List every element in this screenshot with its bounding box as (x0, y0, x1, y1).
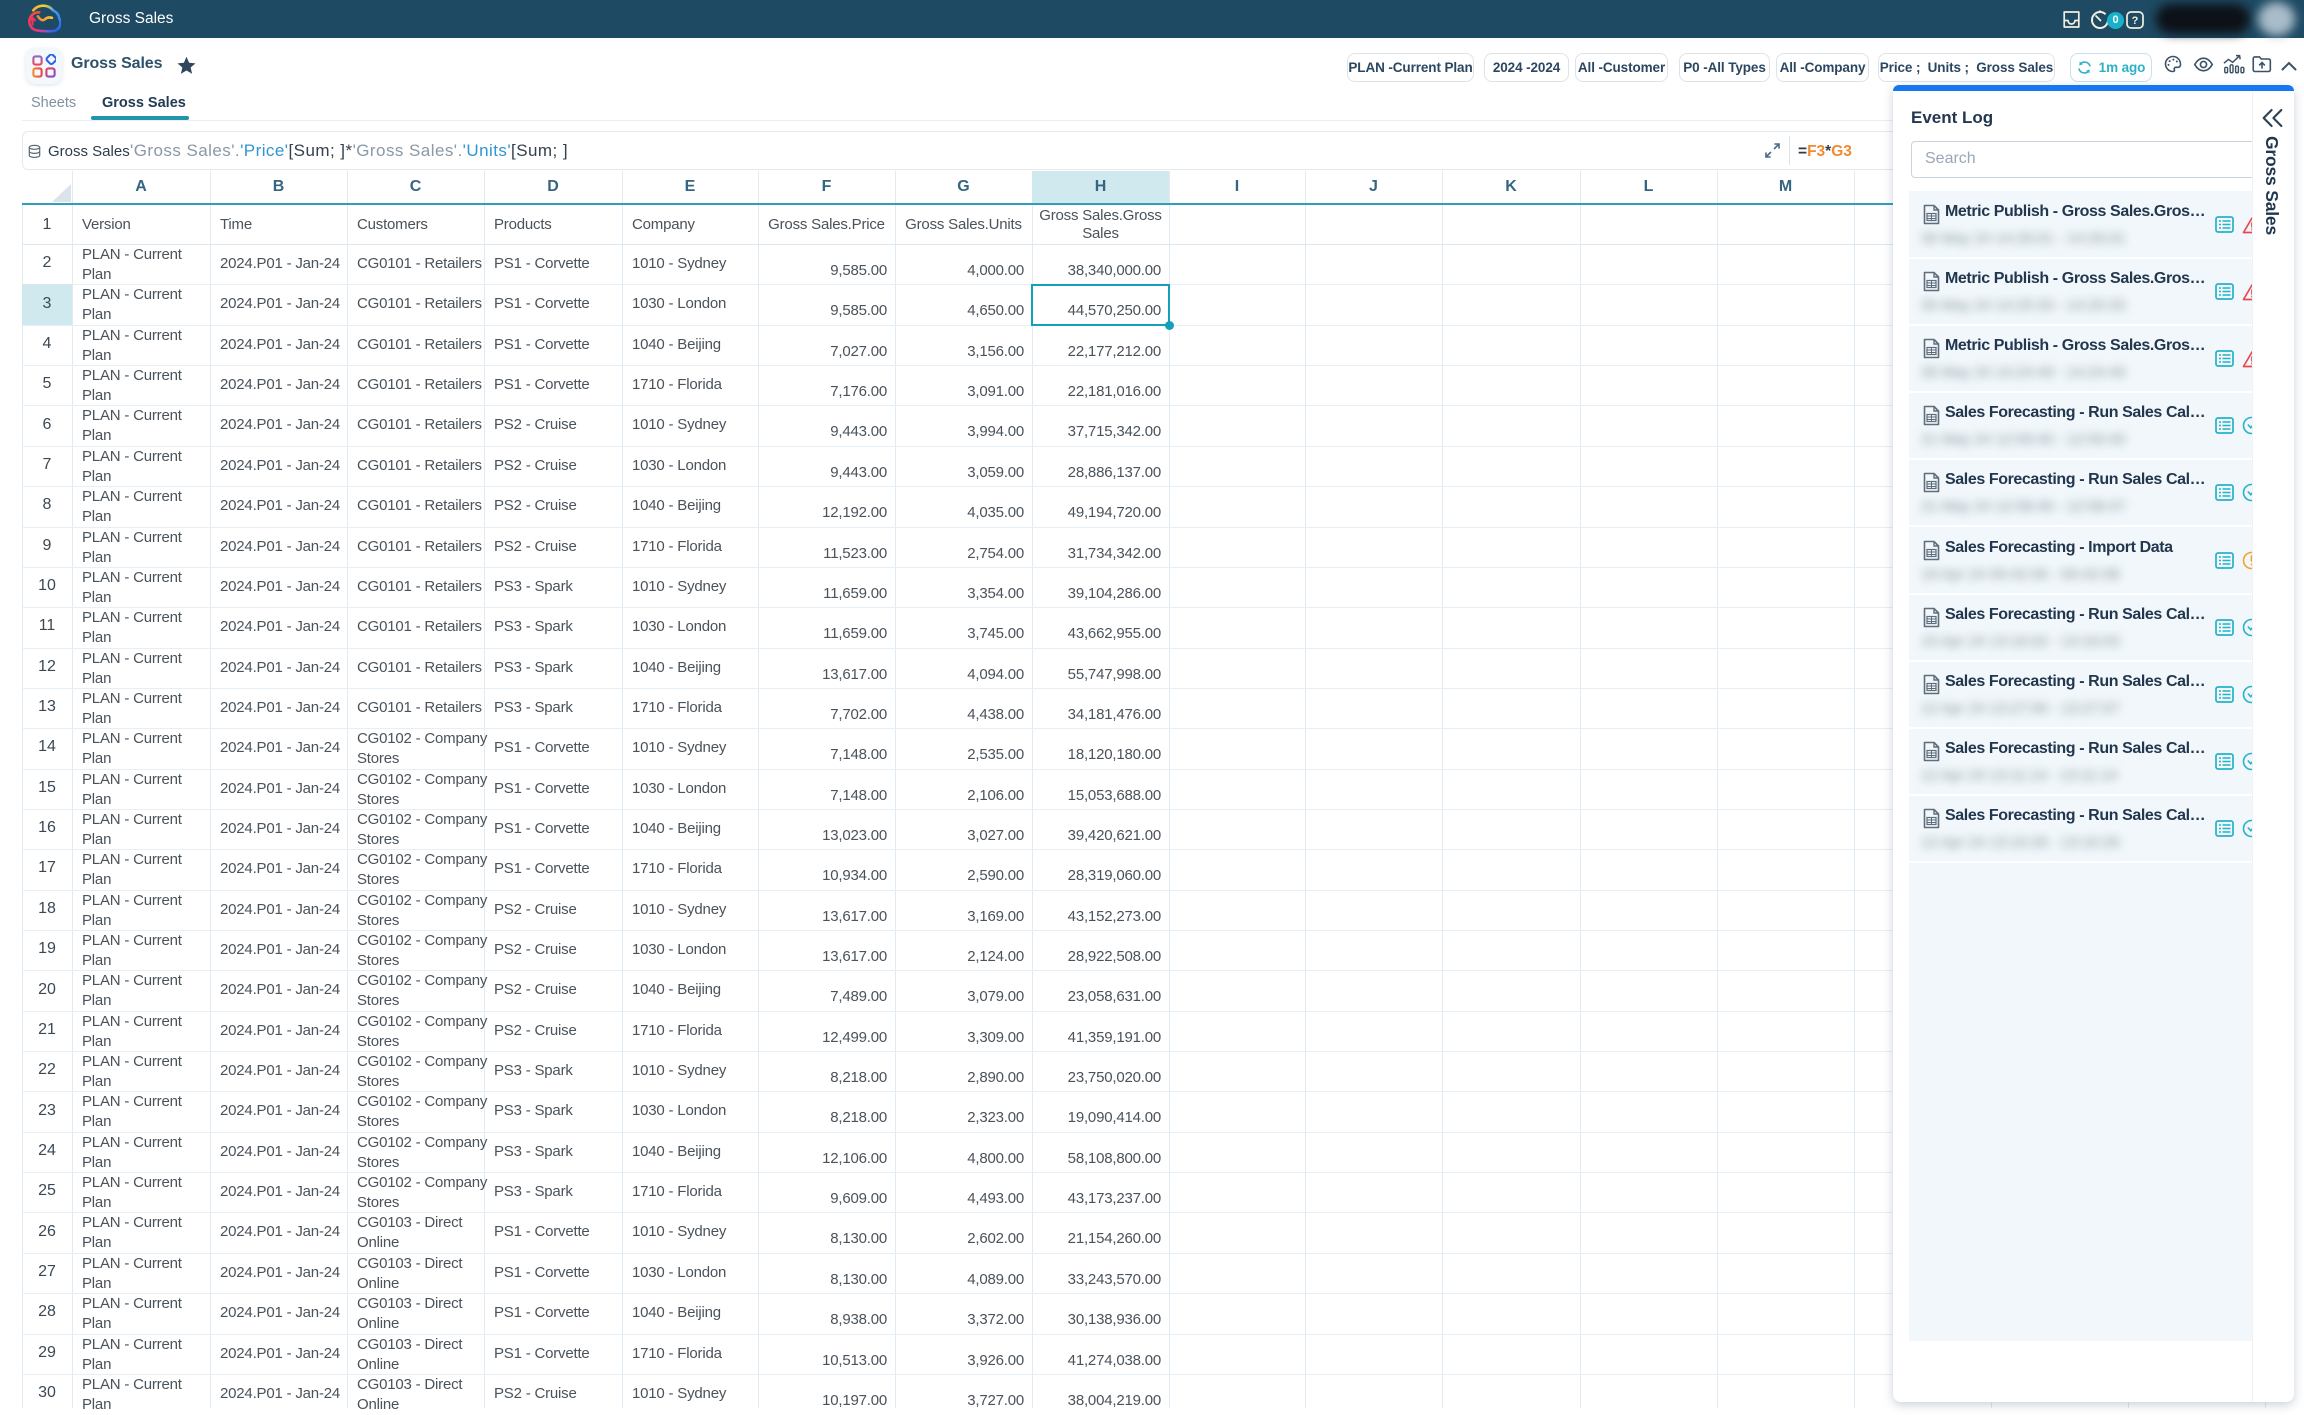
svg-text:?: ? (2132, 15, 2139, 27)
